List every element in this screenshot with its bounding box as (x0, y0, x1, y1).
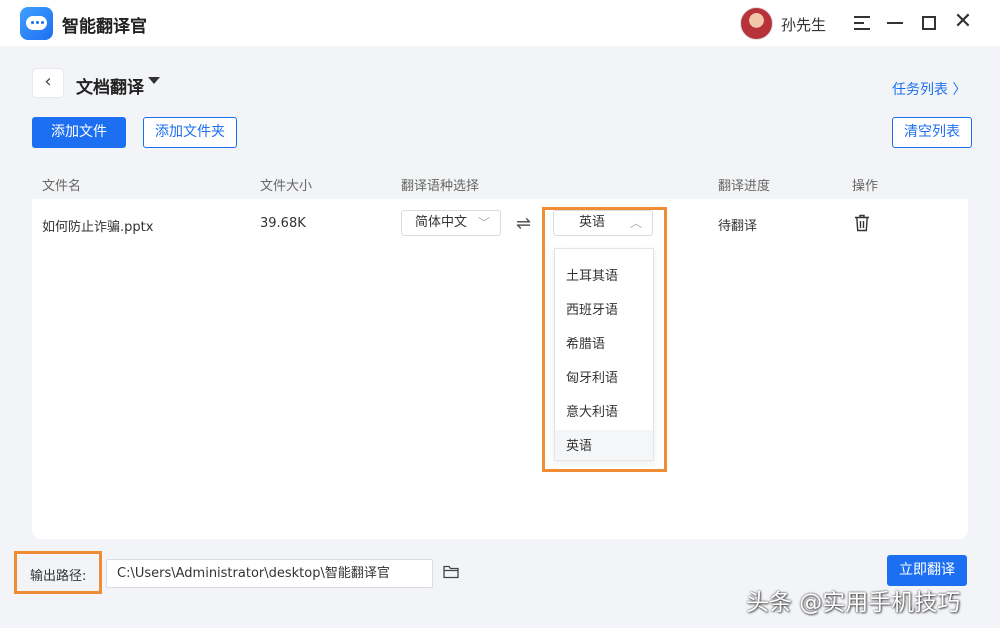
clear-list-button[interactable]: 清空列表 (892, 117, 972, 148)
file-name: 如何防止诈骗.pptx (42, 220, 154, 235)
app-logo-icon (20, 7, 53, 40)
column-header-progress: 翻译进度 (718, 179, 771, 194)
translation-status: 待翻译 (718, 219, 758, 234)
task-list-link[interactable]: 任务列表 〉 (892, 79, 966, 99)
column-header-actions: 操作 (852, 179, 879, 194)
source-language-value: 简体中文 (415, 215, 468, 230)
column-header-file-name: 文件名 (42, 179, 82, 194)
source-language-select[interactable]: 简体中文 ﹀ (401, 210, 501, 236)
output-path-label: 输出路径: (30, 569, 87, 584)
username[interactable]: 孙先生 (781, 14, 826, 35)
swap-icon[interactable]: ⇌ (516, 213, 531, 234)
back-arrow-icon: ‹ (44, 71, 52, 92)
table-header: 文件名 文件大小 翻译语种选择 翻译进度 操作 (32, 167, 968, 199)
back-button[interactable]: ‹ (32, 68, 64, 98)
page-title[interactable]: 文档翻译 (76, 73, 144, 98)
title-bar: 智能翻译官 孙先生 ✕ (0, 0, 1000, 46)
avatar[interactable] (740, 7, 773, 40)
output-path-input[interactable]: C:\Users\Administrator\desktop\智能翻译官 (106, 559, 433, 588)
chevron-down-icon: ﹀ (477, 216, 490, 230)
dropdown-highlight-box (542, 207, 667, 472)
folder-icon[interactable] (443, 565, 459, 579)
minimize-icon[interactable] (883, 11, 907, 35)
column-header-language: 翻译语种选择 (401, 179, 480, 194)
maximize-icon[interactable] (917, 11, 941, 35)
file-size: 39.68K (260, 216, 306, 231)
column-header-file-size: 文件大小 (260, 179, 313, 194)
close-icon[interactable]: ✕ (951, 11, 975, 35)
menu-icon[interactable] (850, 11, 874, 35)
file-table: 文件名 文件大小 翻译语种选择 翻译进度 操作 如何防止诈骗.pptx 39.6… (32, 167, 968, 539)
caret-down-icon[interactable] (148, 77, 160, 84)
watermark: 头条 @实用手机技巧 (746, 590, 961, 616)
trash-icon[interactable] (854, 214, 870, 232)
app-title: 智能翻译官 (62, 17, 147, 37)
translate-now-button[interactable]: 立即翻译 (887, 555, 967, 586)
add-file-button[interactable]: 添加文件 (32, 117, 126, 148)
add-folder-button[interactable]: 添加文件夹 (143, 117, 237, 148)
